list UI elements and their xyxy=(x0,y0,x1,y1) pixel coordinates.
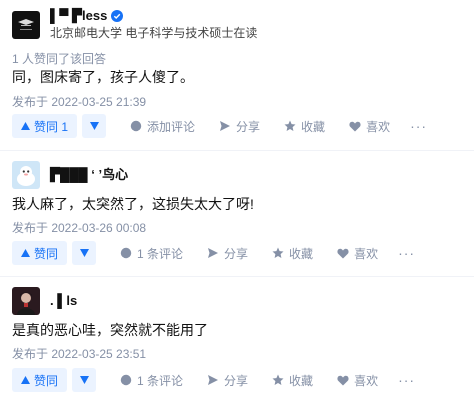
author-name-text[interactable]: ▛███ ‘ ’鸟心 xyxy=(50,167,128,183)
action-bar: 赞同 1 添加评论 分享 收藏 喜欢 ··· xyxy=(12,114,427,138)
favorite-button[interactable]: 收藏 xyxy=(272,245,313,262)
upvote-label: 赞同 xyxy=(34,246,59,261)
share-button[interactable]: 分享 xyxy=(207,245,248,262)
upvote-label: 赞同 xyxy=(34,373,59,388)
comment-button[interactable]: 1 条评论 xyxy=(120,372,183,389)
share-button[interactable]: 分享 xyxy=(219,118,260,135)
like-button[interactable]: 喜欢 xyxy=(349,118,390,135)
avatar[interactable] xyxy=(12,161,40,189)
downvote-triangle-icon xyxy=(89,122,99,130)
author-info: . ▌ls xyxy=(12,287,77,315)
upvote-triangle-icon xyxy=(21,249,30,257)
comment-label: 添加评论 xyxy=(147,119,196,134)
like-label: 喜欢 xyxy=(354,373,379,388)
like-button[interactable]: 喜欢 xyxy=(337,245,378,262)
upvote-button[interactable]: 赞同 1 xyxy=(12,114,78,138)
comment-icon xyxy=(130,120,142,132)
answer-content: 是真的恶心哇，突然就不能用了 xyxy=(12,322,208,338)
answer-item: . ▌ls 是真的恶心哇，突然就不能用了 发布于 2022-03-25 23:5… xyxy=(0,277,474,405)
publish-date[interactable]: 发布于 2022-03-25 21:39 xyxy=(12,93,146,110)
answer-content: 同，图床寄了，孩子人傻了。 xyxy=(12,69,194,85)
share-label: 分享 xyxy=(224,373,249,388)
action-bar: 赞同 1 条评论 分享 收藏 喜欢 ··· xyxy=(12,241,415,265)
author-info: ▌▀ ▛less 北京邮电大学 电子科学与技术硕士在读 xyxy=(12,8,257,41)
favorite-label: 收藏 xyxy=(289,246,314,261)
star-icon xyxy=(272,374,284,386)
heart-icon xyxy=(349,121,361,132)
avatar[interactable] xyxy=(12,10,40,39)
comment-icon xyxy=(120,374,132,386)
downvote-triangle-icon xyxy=(79,249,89,257)
upvote-triangle-icon xyxy=(21,122,30,130)
favorite-label: 收藏 xyxy=(289,373,314,388)
upvote-label: 赞同 1 xyxy=(34,119,69,134)
upvote-triangle-icon xyxy=(21,376,30,384)
author-name[interactable]: ▛███ ‘ ’鸟心 xyxy=(50,167,128,183)
share-label: 分享 xyxy=(236,119,261,134)
author-name[interactable]: ▌▀ ▛less xyxy=(50,8,257,24)
like-label: 喜欢 xyxy=(354,246,379,261)
answer-item: ▌▀ ▛less 北京邮电大学 电子科学与技术硕士在读 1 人赞同了该回答 同，… xyxy=(0,0,474,150)
favorite-label: 收藏 xyxy=(301,119,326,134)
downvote-triangle-icon xyxy=(79,376,89,384)
share-icon xyxy=(219,120,231,132)
publish-date[interactable]: 发布于 2022-03-26 00:08 xyxy=(12,219,146,236)
star-icon xyxy=(272,247,284,259)
like-label: 喜欢 xyxy=(366,119,391,134)
favorite-button[interactable]: 收藏 xyxy=(272,372,313,389)
verified-badge-icon xyxy=(111,10,124,22)
author-headline: 北京邮电大学 电子科学与技术硕士在读 xyxy=(50,26,258,40)
upvote-button[interactable]: 赞同 xyxy=(12,368,68,392)
upvote-button[interactable]: 赞同 xyxy=(12,241,68,265)
more-options-icon[interactable]: ··· xyxy=(398,372,415,388)
downvote-button[interactable] xyxy=(72,241,97,265)
comment-label: 1 条评论 xyxy=(137,373,184,388)
like-button[interactable]: 喜欢 xyxy=(337,372,378,389)
author-info: ▛███ ‘ ’鸟心 xyxy=(12,161,128,189)
share-button[interactable]: 分享 xyxy=(207,372,248,389)
downvote-button[interactable] xyxy=(82,114,107,138)
more-options-icon[interactable]: ··· xyxy=(398,245,415,261)
comment-icon xyxy=(120,247,132,259)
downvote-button[interactable] xyxy=(72,368,97,392)
favorite-button[interactable]: 收藏 xyxy=(284,118,325,135)
comment-button[interactable]: 添加评论 xyxy=(130,118,195,135)
comment-label: 1 条评论 xyxy=(137,246,184,261)
author-name[interactable]: . ▌ls xyxy=(50,293,77,309)
more-options-icon[interactable]: ··· xyxy=(410,118,427,134)
author-name-text[interactable]: . ▌ls xyxy=(50,293,77,309)
heart-icon xyxy=(337,375,349,386)
answer-item: ▛███ ‘ ’鸟心 我人麻了，太突然了，这损失太大了呀! 发布于 2022-0… xyxy=(0,151,474,276)
author-name-text[interactable]: ▌▀ ▛less xyxy=(50,8,107,24)
share-icon xyxy=(207,374,219,386)
heart-icon xyxy=(337,248,349,259)
publish-date[interactable]: 发布于 2022-03-25 23:51 xyxy=(12,345,146,362)
upvote-meta: 1 人赞同了该回答 xyxy=(12,52,107,66)
share-icon xyxy=(207,247,219,259)
star-icon xyxy=(284,120,296,132)
comment-button[interactable]: 1 条评论 xyxy=(120,245,183,262)
avatar[interactable] xyxy=(12,287,40,315)
action-bar: 赞同 1 条评论 分享 收藏 喜欢 ··· xyxy=(12,368,415,392)
share-label: 分享 xyxy=(224,246,249,261)
answer-content: 我人麻了，太突然了，这损失太大了呀! xyxy=(12,196,254,212)
